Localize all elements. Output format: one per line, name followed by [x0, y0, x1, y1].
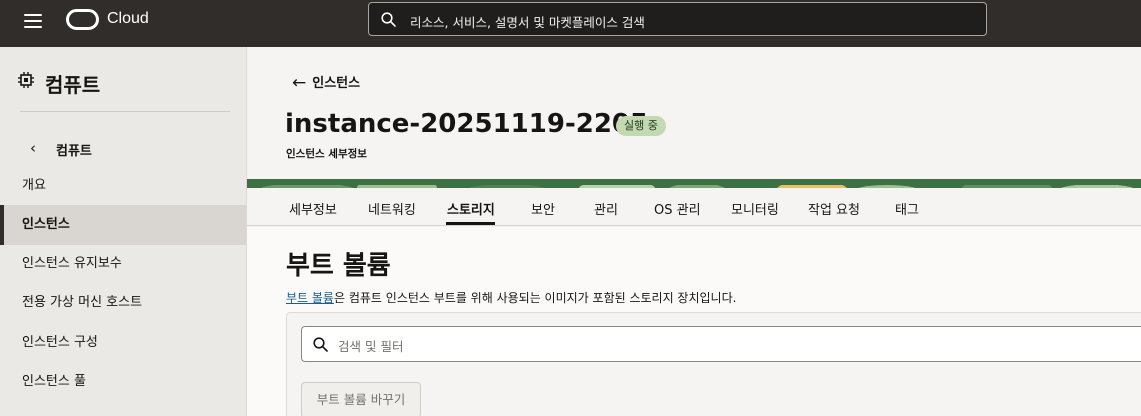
- sidebar-item-dedicated-vm-hosts[interactable]: 전용 가상 머신 호스트: [0, 283, 246, 323]
- back-link-label: 인스턴스: [312, 76, 361, 91]
- search-icon: [381, 12, 396, 27]
- global-search-placeholder: 리소스, 서비스, 설명서 및 마켓플레이스 검색: [410, 15, 645, 30]
- sidebar-divider: [20, 111, 230, 112]
- sidebar-item-instance-configurations[interactable]: 인스턴스 구성: [0, 323, 246, 363]
- status-badge: 실행 중: [616, 116, 666, 136]
- page-title: instance-20251119-2205: [285, 109, 649, 139]
- filter-placeholder: 검색 및 필터: [338, 339, 404, 354]
- chip-icon: [18, 72, 34, 88]
- tab-storage[interactable]: 스토리지: [447, 199, 495, 218]
- top-bar: Cloud 리소스, 서비스, 설명서 및 마켓플레이스 검색: [0, 0, 1141, 47]
- tab-monitoring[interactable]: 모니터링: [731, 199, 779, 218]
- replace-boot-volume-button[interactable]: 부트 볼륨 바꾸기: [301, 382, 421, 416]
- sidebar-item-instance-maintenance[interactable]: 인스턴스 유지보수: [0, 244, 246, 284]
- tab-security[interactable]: 보안: [531, 199, 555, 218]
- search-filter-input[interactable]: 검색 및 필터: [301, 326, 1141, 362]
- active-tab-indicator: [446, 222, 495, 225]
- sidebar-title: 컴퓨트: [45, 73, 101, 97]
- tab-tags[interactable]: 태그: [895, 199, 919, 218]
- oracle-logo-icon[interactable]: [66, 9, 99, 30]
- hamburger-menu-icon[interactable]: [24, 14, 42, 28]
- sidebar-back-label: 컴퓨트: [56, 144, 92, 159]
- tab-os-management[interactable]: OS 관리: [654, 199, 701, 218]
- brand-name[interactable]: Cloud: [107, 10, 149, 28]
- section-title: 부트 볼륨: [286, 251, 391, 281]
- tab-work-requests[interactable]: 작업 요청: [808, 199, 860, 218]
- tab-networking[interactable]: 네트워킹: [368, 199, 416, 218]
- section-description: 부트 볼륨은 컴퓨트 인스턴스 부트를 위해 사용되는 이미지가 포함된 스토리…: [286, 289, 736, 306]
- sidebar-item-instances[interactable]: 인스턴스: [0, 205, 246, 245]
- back-to-instances-link[interactable]: ← 인스턴스: [292, 72, 361, 93]
- description-text: 은 컴퓨트 인스턴스 부트를 위해 사용되는 이미지가 포함된 스토리지 장치입…: [333, 291, 737, 305]
- sidebar-item-instance-pools[interactable]: 인스턴스 풀: [0, 362, 246, 402]
- sidebar-item-overview[interactable]: 개요: [0, 166, 246, 206]
- tab-management[interactable]: 관리: [594, 199, 618, 218]
- tab-details[interactable]: 세부정보: [289, 199, 337, 218]
- sidebar: 컴퓨트 ‹ 컴퓨트 개요 인스턴스 인스턴스 유지보수 전용 가상 머신 호스트…: [0, 47, 247, 416]
- global-search-input[interactable]: 리소스, 서비스, 설명서 및 마켓플레이스 검색: [368, 2, 987, 36]
- boot-volume-link[interactable]: 부트 볼륨: [286, 291, 334, 305]
- decorative-banner: [247, 179, 1141, 188]
- page-subtitle: 인스턴스 세부정보: [286, 148, 367, 160]
- detail-tabs: 세부정보 네트워킹 스토리지 보안 관리 OS 관리 모니터링 작업 요청 태그: [247, 188, 1141, 226]
- arrow-left-icon: ←: [292, 73, 307, 93]
- main-area: ← 인스턴스 instance-20251119-2205 실행 중 인스턴스 세…: [247, 47, 1141, 416]
- chevron-left-icon: ‹: [30, 139, 36, 157]
- search-icon: [313, 337, 328, 352]
